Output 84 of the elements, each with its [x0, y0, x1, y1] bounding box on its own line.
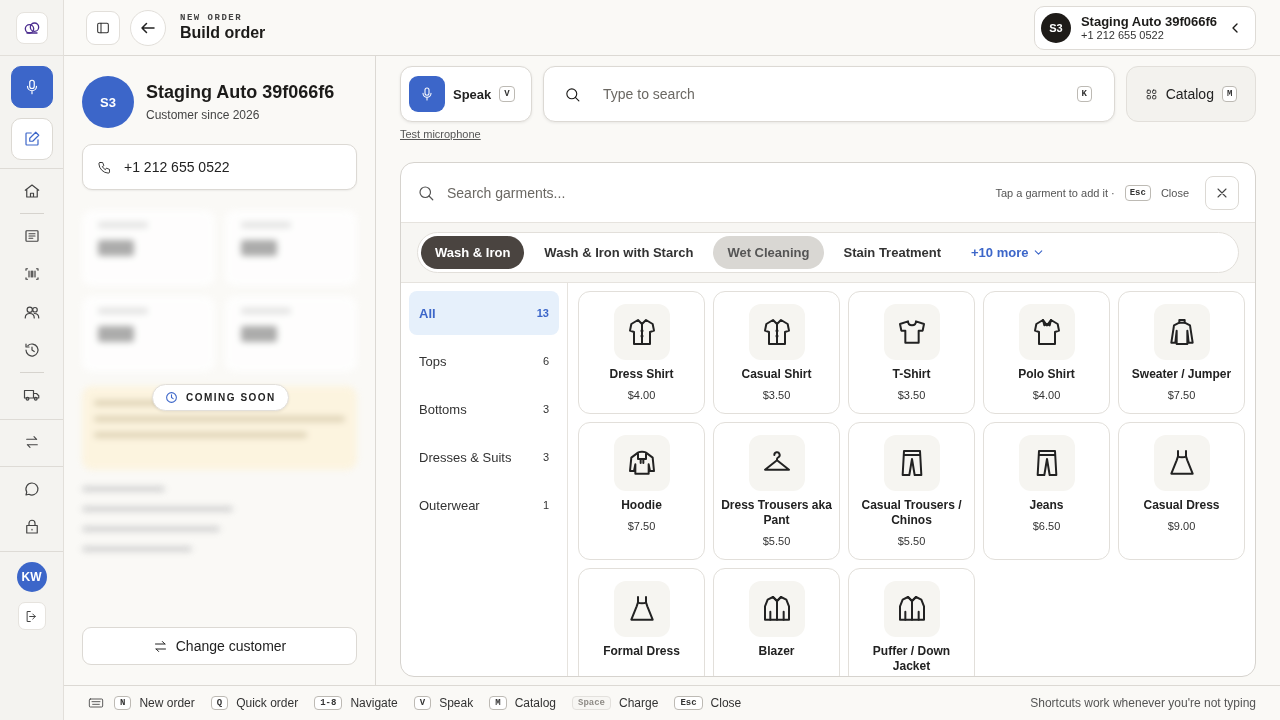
- service-chip[interactable]: Wet Cleaning: [713, 236, 824, 269]
- shortcut-label: Close: [710, 696, 742, 710]
- garment-card[interactable]: Dress Trousers aka Pant $5.50: [713, 422, 840, 560]
- service-chip[interactable]: Stain Treatment: [829, 236, 956, 269]
- hint-text: Tap a garment to add it ·: [995, 186, 1115, 199]
- logout-icon: [24, 608, 39, 624]
- garment-search-field[interactable]: Search garments...: [445, 183, 986, 202]
- shortcut-key: V: [499, 86, 515, 102]
- shortcut-key: N: [114, 696, 132, 710]
- page-eyebrow: NEW ORDER: [180, 13, 244, 23]
- customer-phone: +1 212 655 0522: [1080, 29, 1165, 41]
- garment-card[interactable]: Jeans $6.50: [983, 422, 1110, 560]
- garment-card[interactable]: Polo Shirt $4.00: [983, 291, 1110, 414]
- search-icon: [564, 85, 581, 103]
- receipt-icon: [22, 227, 41, 245]
- shortcut-key: Esc: [674, 696, 703, 710]
- logout-button[interactable]: [17, 602, 46, 630]
- garment-card[interactable]: Sweater / Jumper $7.50: [1118, 291, 1245, 414]
- back-button[interactable]: [130, 9, 166, 46]
- category-item[interactable]: All 13: [409, 291, 559, 335]
- category-item[interactable]: Tops 6: [409, 339, 559, 383]
- catalog-button[interactable]: Catalog M: [1126, 66, 1256, 122]
- service-chip[interactable]: Wash & Iron: [421, 236, 525, 269]
- customer-avatar: S3: [82, 76, 134, 128]
- user-avatar[interactable]: KW: [16, 562, 47, 592]
- shortcut-key: Esc: [1124, 184, 1151, 201]
- shortcut-note: Shortcuts work whenever you're not typing: [1030, 696, 1256, 710]
- garment-card[interactable]: T-Shirt $3.50: [848, 291, 975, 414]
- category-item[interactable]: Outerwear 1: [409, 483, 559, 527]
- garment-card[interactable]: Casual Trousers / Chinos $5.50: [848, 422, 975, 560]
- microphone-icon: [419, 86, 435, 102]
- customer-chip[interactable]: S3 Staging Auto 39f066f6 +1 212 655 0522: [1033, 5, 1256, 50]
- service-chip[interactable]: Wash & Iron with Starch: [530, 236, 708, 269]
- speak-button[interactable]: Speak V: [400, 66, 532, 122]
- garment-card[interactable]: Blazer: [713, 568, 840, 676]
- clock-icon: [165, 391, 178, 404]
- page-title: Build order: [180, 24, 266, 42]
- customer-name: Staging Auto 39f066f6: [146, 82, 335, 103]
- customer-since: Customer since 2026: [146, 108, 261, 122]
- garment-card[interactable]: Formal Dress: [578, 568, 705, 676]
- voice-button[interactable]: [10, 66, 53, 108]
- shortcut-key: 1-8: [314, 696, 343, 710]
- category-item[interactable]: Dresses & Suits 3: [409, 435, 559, 479]
- shortcut-label: Catalog: [514, 696, 556, 710]
- change-customer-button[interactable]: Change customer: [82, 627, 357, 665]
- search-bar[interactable]: Type to search K: [543, 66, 1115, 122]
- shortcut-key: Space: [572, 696, 611, 710]
- garment-card[interactable]: Casual Dress $9.00: [1118, 422, 1245, 560]
- swap-icon: [23, 434, 40, 450]
- garment-card[interactable]: Puffer / Down Jacket: [848, 568, 975, 676]
- swap-icon: [152, 638, 168, 654]
- coming-soon-badge: COMING SOON: [152, 384, 289, 411]
- barcode-icon: [22, 265, 41, 283]
- chat-icon: [22, 480, 41, 498]
- shortcut-label: Speak: [439, 696, 474, 710]
- app-logo[interactable]: [15, 11, 48, 44]
- shortcut-label: Quick order: [236, 696, 299, 710]
- close-label: Close: [1160, 186, 1189, 199]
- phone-field[interactable]: +1 212 655 0522: [82, 144, 357, 190]
- home-icon: [22, 182, 41, 200]
- shortcut-label: Charge: [619, 696, 659, 710]
- garment-card[interactable]: Hoodie $7.50: [578, 422, 705, 560]
- customer-name: Staging Auto 39f066f6: [1080, 14, 1217, 29]
- shortcut-key: Q: [210, 696, 229, 710]
- sidebar-toggle-button[interactable]: [86, 10, 120, 45]
- shortcut-key: V: [413, 696, 432, 710]
- keyboard-icon: [88, 695, 104, 711]
- category-item[interactable]: Bottoms 3: [409, 387, 559, 431]
- history-icon: [22, 341, 41, 359]
- phone-icon: [97, 159, 112, 175]
- garment-card[interactable]: Casual Shirt $3.50: [713, 291, 840, 414]
- test-microphone-link[interactable]: Test microphone: [400, 128, 481, 140]
- customer-avatar: S3: [1040, 12, 1071, 43]
- more-services-button[interactable]: +10 more: [961, 245, 1056, 260]
- search-field[interactable]: Type to search: [601, 66, 1057, 122]
- shortcut-label: New order: [139, 696, 195, 710]
- shortcut-key: M: [489, 696, 507, 710]
- shortcut-key: K: [1076, 86, 1092, 102]
- edit-icon: [22, 130, 41, 148]
- shortcut-label: Navigate: [350, 696, 398, 710]
- grid-icon: [1144, 87, 1158, 101]
- shortcut-key: M: [1221, 86, 1238, 102]
- garment-card[interactable]: Dress Shirt $4.00: [578, 291, 705, 414]
- search-icon: [417, 183, 435, 202]
